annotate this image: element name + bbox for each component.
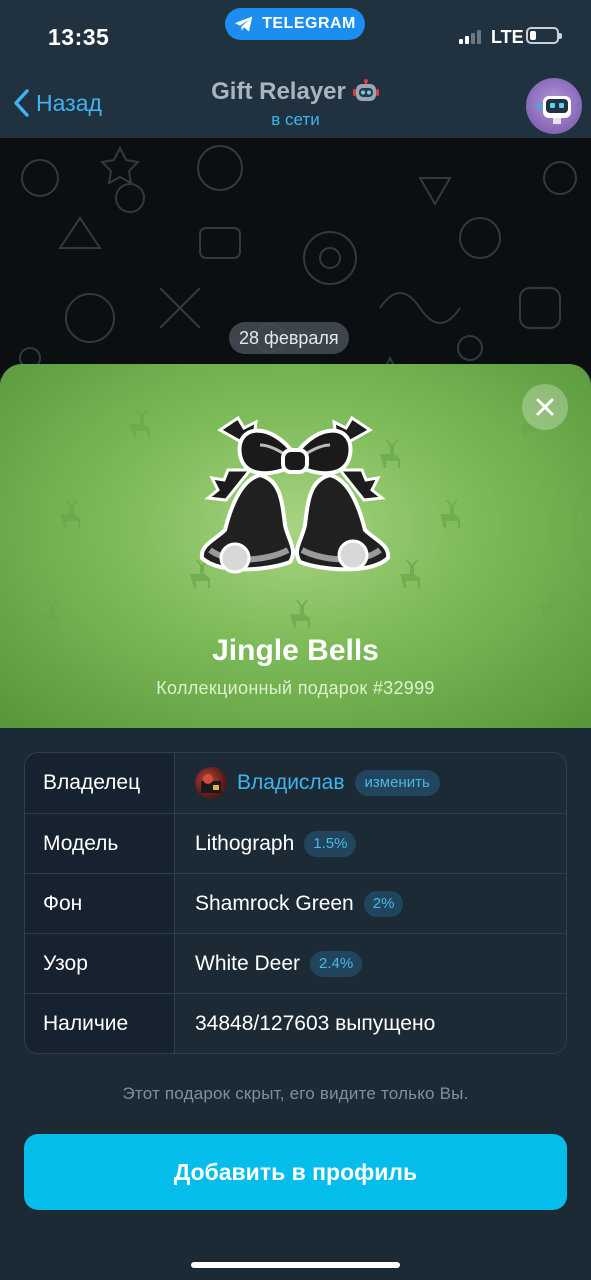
model-value: Lithograph — [195, 832, 295, 855]
chat-header: Назад Gift Relayer в сети — [0, 70, 591, 138]
date-separator: 28 февраля — [229, 322, 349, 354]
robot-icon — [352, 79, 379, 101]
gift-title: Jingle Bells — [212, 634, 379, 667]
status-bar: 13:35 TELEGRAM LTE — [0, 0, 591, 70]
gift-info-table: Владелец Владислав изменить Модель Litho… — [24, 752, 567, 1054]
status-time: 13:35 — [48, 24, 110, 50]
chat-title-block[interactable]: Gift Relayer в сети — [0, 78, 591, 130]
close-button[interactable] — [522, 384, 568, 430]
owner-avatar[interactable] — [195, 767, 227, 799]
home-indicator[interactable] — [191, 1262, 400, 1268]
add-to-profile-button[interactable]: Добавить в профиль — [24, 1134, 567, 1210]
jingle-bells-icon — [199, 415, 391, 574]
info-row-availability: Наличие 34848/127603 выпущено — [25, 993, 566, 1053]
info-label-owner: Владелец — [25, 753, 175, 813]
chat-status: в сети — [271, 110, 320, 129]
telegram-pill[interactable]: TELEGRAM — [225, 8, 365, 40]
backdrop-value: Shamrock Green — [195, 892, 354, 915]
robot-avatar-icon — [534, 96, 571, 124]
change-owner-button[interactable]: изменить — [354, 770, 440, 796]
chat-name: Gift Relayer — [211, 78, 346, 105]
signal-icon — [459, 30, 481, 44]
model-rarity-badge[interactable]: 1.5% — [304, 831, 357, 857]
info-label-backdrop: Фон — [25, 874, 175, 934]
info-row-backdrop: Фон Shamrock Green 2% — [25, 873, 566, 934]
gift-details: Владелец Владислав изменить Модель Litho… — [0, 728, 591, 1280]
info-label-availability: Наличие — [25, 994, 175, 1053]
info-label-pattern: Узор — [25, 934, 175, 994]
owner-name[interactable]: Владислав — [237, 771, 345, 795]
network-label: LTE — [491, 27, 524, 47]
info-label-model: Модель — [25, 814, 175, 874]
pattern-value: White Deer — [195, 952, 301, 975]
owner-avatar-image — [201, 774, 221, 793]
gift-header: Jingle Bells Коллекционный подарок #3299… — [0, 364, 591, 728]
info-row-pattern: Узор White Deer 2.4% — [25, 933, 566, 994]
info-row-model: Модель Lithograph 1.5% — [25, 813, 566, 874]
telegram-pill-label: TELEGRAM — [262, 15, 356, 32]
battery-icon — [526, 27, 562, 44]
telegram-icon — [234, 16, 253, 32]
gift-subtitle: Коллекционный подарок #32999 — [156, 678, 435, 698]
chat-avatar[interactable] — [526, 78, 582, 134]
hidden-gift-note: Этот подарок скрыт, его видите только Вы… — [122, 1084, 469, 1103]
backdrop-rarity-badge[interactable]: 2% — [363, 891, 404, 917]
info-row-owner: Владелец Владислав изменить — [25, 753, 566, 813]
availability-value: 34848/127603 выпущено — [195, 1012, 436, 1035]
pattern-rarity-badge[interactable]: 2.4% — [310, 951, 363, 977]
close-icon — [536, 398, 554, 416]
